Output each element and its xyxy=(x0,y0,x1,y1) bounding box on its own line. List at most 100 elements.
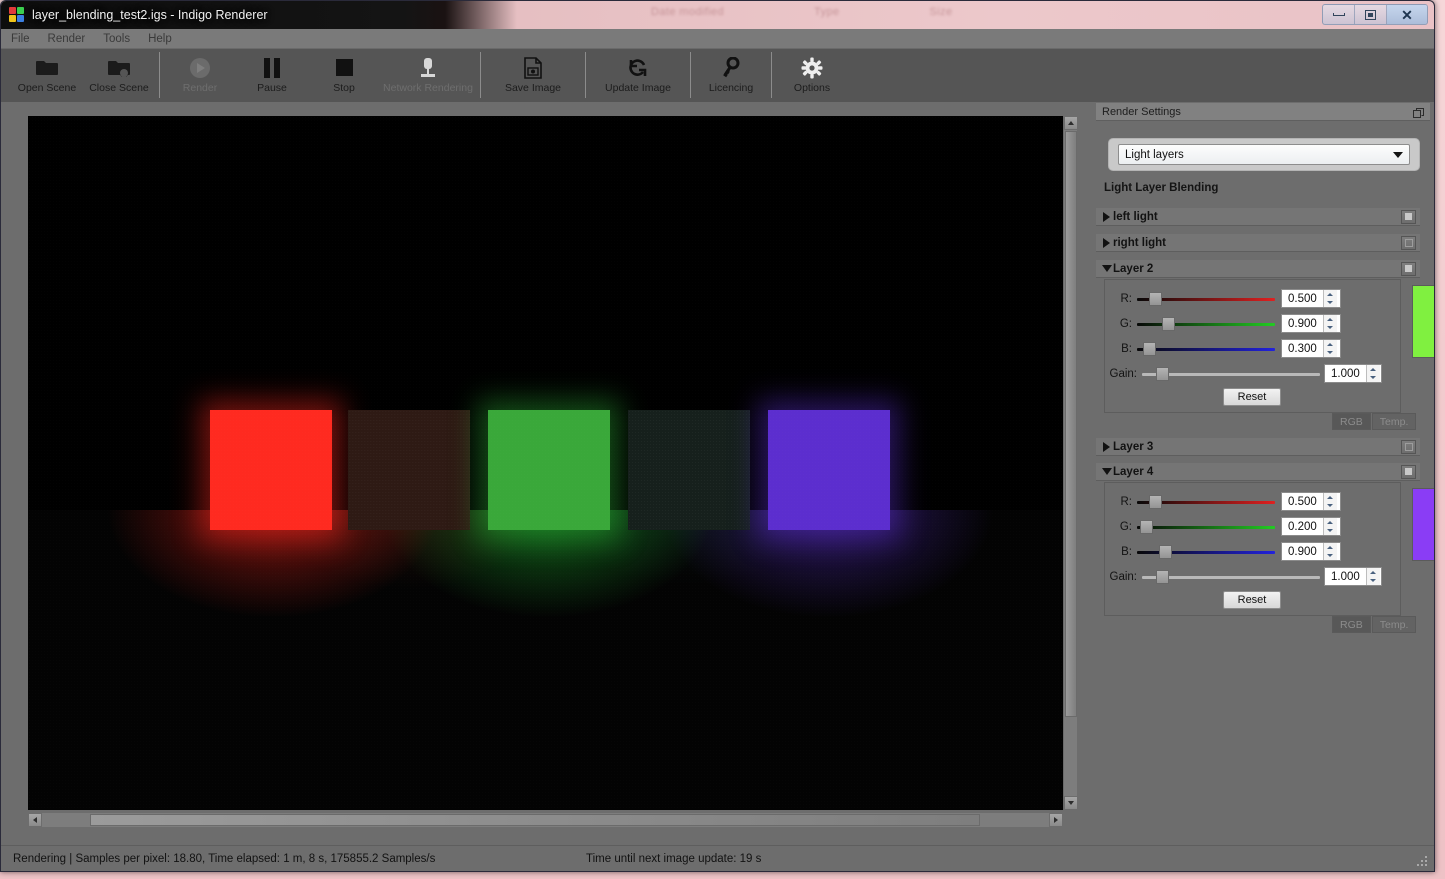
spinner-buttons[interactable] xyxy=(1322,315,1337,333)
vertical-scroll-thumb[interactable] xyxy=(1065,131,1077,717)
settings-dropdown[interactable]: Light layers xyxy=(1118,144,1410,165)
spinner-down-icon[interactable] xyxy=(1324,299,1337,308)
network-rendering-button[interactable]: Network Rendering xyxy=(380,49,476,101)
slider-handle[interactable] xyxy=(1156,569,1169,584)
scroll-down-button[interactable] xyxy=(1064,796,1078,810)
undock-icon[interactable] xyxy=(1413,106,1424,118)
spinner-down-icon[interactable] xyxy=(1324,527,1337,536)
spinner-up-icon[interactable] xyxy=(1324,340,1337,349)
update-image-button[interactable]: Update Image xyxy=(590,49,686,101)
layer-header-layer-3[interactable]: Layer 3 xyxy=(1096,438,1420,456)
render-image-canvas[interactable] xyxy=(28,116,1063,810)
color-swatch-layer-4[interactable] xyxy=(1412,488,1434,561)
scroll-left-button[interactable] xyxy=(28,813,42,827)
render-button[interactable]: Render xyxy=(164,49,236,101)
spinner-down-icon[interactable] xyxy=(1324,552,1337,561)
reset-button-layer-4[interactable]: Reset xyxy=(1223,591,1281,609)
gain-slider-layer-4[interactable] xyxy=(1142,569,1320,585)
horizontal-scroll-thumb[interactable] xyxy=(90,814,980,826)
minimize-button[interactable] xyxy=(1323,5,1355,24)
options-button[interactable]: Options xyxy=(776,49,848,101)
spinner-down-icon[interactable] xyxy=(1367,374,1380,383)
color-swatch-layer-2[interactable] xyxy=(1412,285,1434,358)
channel-spinner-g-layer-4[interactable]: 0.200 xyxy=(1281,517,1341,536)
spinner-up-icon[interactable] xyxy=(1367,365,1380,374)
spinner-up-icon[interactable] xyxy=(1324,290,1337,299)
render-horizontal-scrollbar[interactable] xyxy=(28,813,1063,827)
channel-spinner-g-layer-2[interactable]: 0.900 xyxy=(1281,314,1341,333)
spinner-down-icon[interactable] xyxy=(1324,324,1337,333)
toolbar-separator-4 xyxy=(690,52,691,98)
slider-handle[interactable] xyxy=(1143,341,1156,356)
channel-value-r-layer-2: 0.500 xyxy=(1288,293,1317,305)
layer-toggle-layer-2[interactable] xyxy=(1401,261,1416,276)
channel-spinner-r-layer-2[interactable]: 0.500 xyxy=(1281,289,1341,308)
spinner-down-icon[interactable] xyxy=(1324,349,1337,358)
channel-spinner-r-layer-4[interactable]: 0.500 xyxy=(1281,492,1341,511)
layer-header-left-light[interactable]: left light xyxy=(1096,208,1420,226)
resize-grip-icon[interactable] xyxy=(1417,856,1429,868)
channel-slider-r-layer-2[interactable] xyxy=(1137,291,1275,307)
spinner-up-icon[interactable] xyxy=(1324,543,1337,552)
channel-slider-g-layer-4[interactable] xyxy=(1137,519,1275,535)
channel-spinner-b-layer-2[interactable]: 0.300 xyxy=(1281,339,1341,358)
channel-slider-b-layer-4[interactable] xyxy=(1137,544,1275,560)
spinner-buttons[interactable] xyxy=(1322,543,1337,561)
gain-slider-layer-2[interactable] xyxy=(1142,366,1320,382)
spinner-buttons[interactable] xyxy=(1322,493,1337,511)
spinner-buttons[interactable] xyxy=(1365,568,1380,586)
slider-handle[interactable] xyxy=(1156,366,1169,381)
menu-item-help[interactable]: Help xyxy=(148,33,172,45)
slider-handle[interactable] xyxy=(1149,494,1162,509)
menu-item-tools[interactable]: Tools xyxy=(103,33,130,45)
channel-slider-b-layer-2[interactable] xyxy=(1137,341,1275,357)
scroll-up-button[interactable] xyxy=(1064,116,1078,130)
licencing-button[interactable]: Licencing xyxy=(695,49,767,101)
channel-value-g-layer-4: 0.200 xyxy=(1288,521,1317,533)
layer-header-layer-2[interactable]: Layer 2 xyxy=(1096,260,1420,278)
spinner-up-icon[interactable] xyxy=(1324,315,1337,324)
layer-toggle-right-light[interactable] xyxy=(1401,235,1416,250)
stop-button[interactable]: Stop xyxy=(308,49,380,101)
scroll-right-button[interactable] xyxy=(1049,813,1063,827)
slider-handle[interactable] xyxy=(1149,291,1162,306)
slider-handle[interactable] xyxy=(1140,519,1153,534)
layer-toggle-layer-3[interactable] xyxy=(1401,439,1416,454)
render-vertical-scrollbar[interactable] xyxy=(1063,116,1078,810)
arrow-down-icon xyxy=(1068,801,1074,805)
maximize-button[interactable] xyxy=(1355,5,1387,24)
layer-header-right-light[interactable]: right light xyxy=(1096,234,1420,252)
spinner-up-icon[interactable] xyxy=(1324,493,1337,502)
arrow-up-icon xyxy=(1068,121,1074,125)
spinner-buttons[interactable] xyxy=(1322,518,1337,536)
spinner-buttons[interactable] xyxy=(1322,340,1337,358)
spinner-down-icon[interactable] xyxy=(1324,502,1337,511)
close-button[interactable]: ✕ xyxy=(1387,5,1427,24)
channel-slider-g-layer-2[interactable] xyxy=(1137,316,1275,332)
gain-spinner-layer-2[interactable]: 1.000 xyxy=(1324,364,1382,383)
tab-temp-layer-4[interactable]: Temp. xyxy=(1371,616,1417,633)
slider-handle[interactable] xyxy=(1159,544,1172,559)
layer-toggle-left-light[interactable] xyxy=(1401,209,1416,224)
tab-rgb-layer-4[interactable]: RGB xyxy=(1332,616,1371,633)
save-image-button[interactable]: Save Image xyxy=(485,49,581,101)
gain-spinner-layer-4[interactable]: 1.000 xyxy=(1324,567,1382,586)
layer-header-layer-4[interactable]: Layer 4 xyxy=(1096,463,1420,481)
spinner-buttons[interactable] xyxy=(1322,290,1337,308)
tab-temp-layer-2[interactable]: Temp. xyxy=(1371,413,1417,430)
reset-button-layer-2[interactable]: Reset xyxy=(1223,388,1281,406)
spinner-up-icon[interactable] xyxy=(1367,568,1380,577)
pause-button[interactable]: Pause xyxy=(236,49,308,101)
open-scene-button[interactable]: Open Scene xyxy=(11,49,83,101)
slider-handle[interactable] xyxy=(1162,316,1175,331)
close-scene-button[interactable]: Close Scene xyxy=(83,49,155,101)
channel-spinner-b-layer-4[interactable]: 0.900 xyxy=(1281,542,1341,561)
spinner-up-icon[interactable] xyxy=(1324,518,1337,527)
layer-toggle-layer-4[interactable] xyxy=(1401,464,1416,479)
spinner-buttons[interactable] xyxy=(1365,365,1380,383)
tab-rgb-layer-2[interactable]: RGB xyxy=(1332,413,1371,430)
channel-slider-r-layer-4[interactable] xyxy=(1137,494,1275,510)
menu-item-file[interactable]: File xyxy=(11,33,30,45)
menu-item-render[interactable]: Render xyxy=(48,33,86,45)
spinner-down-icon[interactable] xyxy=(1367,577,1380,586)
